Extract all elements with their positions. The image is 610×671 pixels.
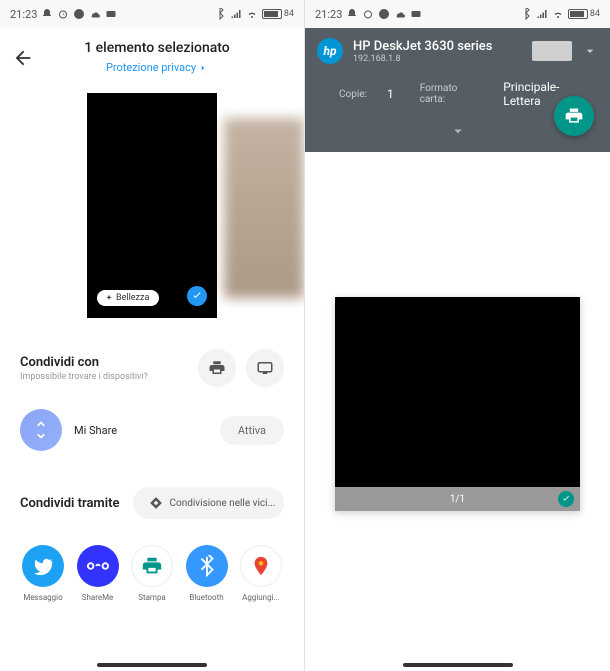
printer-icon (208, 359, 226, 377)
copies-label: Copie: (339, 89, 367, 100)
copies-value[interactable]: 1 (387, 87, 394, 101)
status-bar: 21:23 84 (305, 0, 610, 28)
arrows-icon (31, 420, 51, 440)
selection-check[interactable] (187, 286, 207, 306)
nav-gesture-bar (97, 663, 207, 667)
printer-status-chip (532, 41, 572, 61)
whatsapp-icon (73, 8, 85, 20)
mishare-label: Mi Share (74, 424, 208, 437)
page-selected-check[interactable] (558, 491, 574, 507)
preview-image-primary[interactable]: Bellezza (87, 93, 217, 318)
silence-icon (346, 8, 358, 20)
printer-name: HP DeskJet 3630 series (353, 39, 522, 54)
alarm-icon (362, 8, 374, 20)
app-item-maps[interactable]: Aggiungi... (234, 545, 288, 602)
mail-icon (105, 8, 117, 20)
signal-icon (230, 8, 242, 20)
bluetooth-icon (214, 8, 226, 20)
share-with-heading: Condividi con Impossibile trovare i disp… (20, 355, 148, 382)
chevron-right-icon (198, 63, 208, 73)
cast-icon (256, 359, 274, 377)
chevron-down-icon (582, 43, 598, 59)
infinity-icon (87, 555, 109, 577)
nearby-icon (149, 496, 163, 510)
bluetooth-icon (196, 555, 218, 577)
battery-indicator: 84 (568, 9, 600, 19)
whatsapp-icon (378, 8, 390, 20)
check-icon (561, 494, 571, 504)
mishare-icon[interactable] (20, 409, 62, 451)
silence-icon (41, 8, 53, 20)
nav-gesture-bar (403, 663, 513, 667)
cloud-icon (89, 8, 101, 20)
share-via-heading: Condividi tramite (20, 496, 119, 511)
app-item-twitter[interactable]: Messaggio (16, 545, 70, 602)
print-page-image (335, 297, 580, 487)
preview-image-secondary[interactable] (224, 118, 304, 298)
status-bar: 21:23 84 (0, 0, 304, 28)
paper-label: Formato carta: (420, 83, 484, 105)
maps-pin-icon (250, 555, 272, 577)
mail-icon (410, 8, 422, 20)
printer-ip: 192.168.1.8 (353, 54, 522, 64)
wifi-icon (552, 8, 564, 20)
printer-icon (141, 555, 163, 577)
sparkle-icon (105, 294, 113, 302)
battery-indicator: 84 (262, 9, 294, 19)
nearby-share-button[interactable]: Condivisione nelle vici... (133, 487, 284, 519)
cannot-find-devices-link[interactable]: Impossibile trovare i dispositivi? (20, 372, 148, 382)
app-item-print[interactable]: Stampa (125, 545, 179, 602)
print-screen: 21:23 84 hp HP DeskJet 3630 series 192.1… (305, 0, 610, 671)
bluetooth-icon (520, 8, 532, 20)
page-indicator-bar: 1/1 (335, 487, 580, 511)
printer-selector[interactable]: hp HP DeskJet 3630 series 192.168.1.8 (305, 28, 610, 74)
alarm-icon (57, 8, 69, 20)
privacy-link[interactable]: Protezione privacy (106, 61, 208, 74)
page-title: 1 elemento selezionato (22, 40, 292, 56)
app-item-shareme[interactable]: ShareMe (71, 545, 125, 602)
twitter-icon (32, 555, 54, 577)
signal-icon (536, 8, 548, 20)
status-time: 21:23 (10, 8, 37, 21)
print-button[interactable] (198, 349, 236, 387)
hp-logo-icon: hp (317, 38, 343, 64)
print-page-thumbnail[interactable]: 1/1 (335, 297, 580, 511)
image-preview-area: Bellezza (0, 93, 304, 333)
chevron-down-icon (449, 122, 467, 140)
status-time: 21:23 (315, 8, 342, 21)
wifi-icon (246, 8, 258, 20)
cloud-icon (394, 8, 406, 20)
share-apps-row: Messaggio ShareMe Stampa Bluetooth Aggiu… (0, 519, 304, 602)
beauty-badge[interactable]: Bellezza (97, 290, 159, 306)
print-fab[interactable] (554, 96, 594, 136)
activate-button[interactable]: Attiva (220, 416, 284, 445)
printer-icon (564, 106, 584, 126)
check-icon (191, 290, 203, 302)
app-item-bluetooth[interactable]: Bluetooth (180, 545, 234, 602)
cast-button[interactable] (246, 349, 284, 387)
print-preview-canvas: 1/1 (305, 152, 610, 511)
share-screen: 21:23 84 1 elemento selezionato Protezio… (0, 0, 305, 671)
